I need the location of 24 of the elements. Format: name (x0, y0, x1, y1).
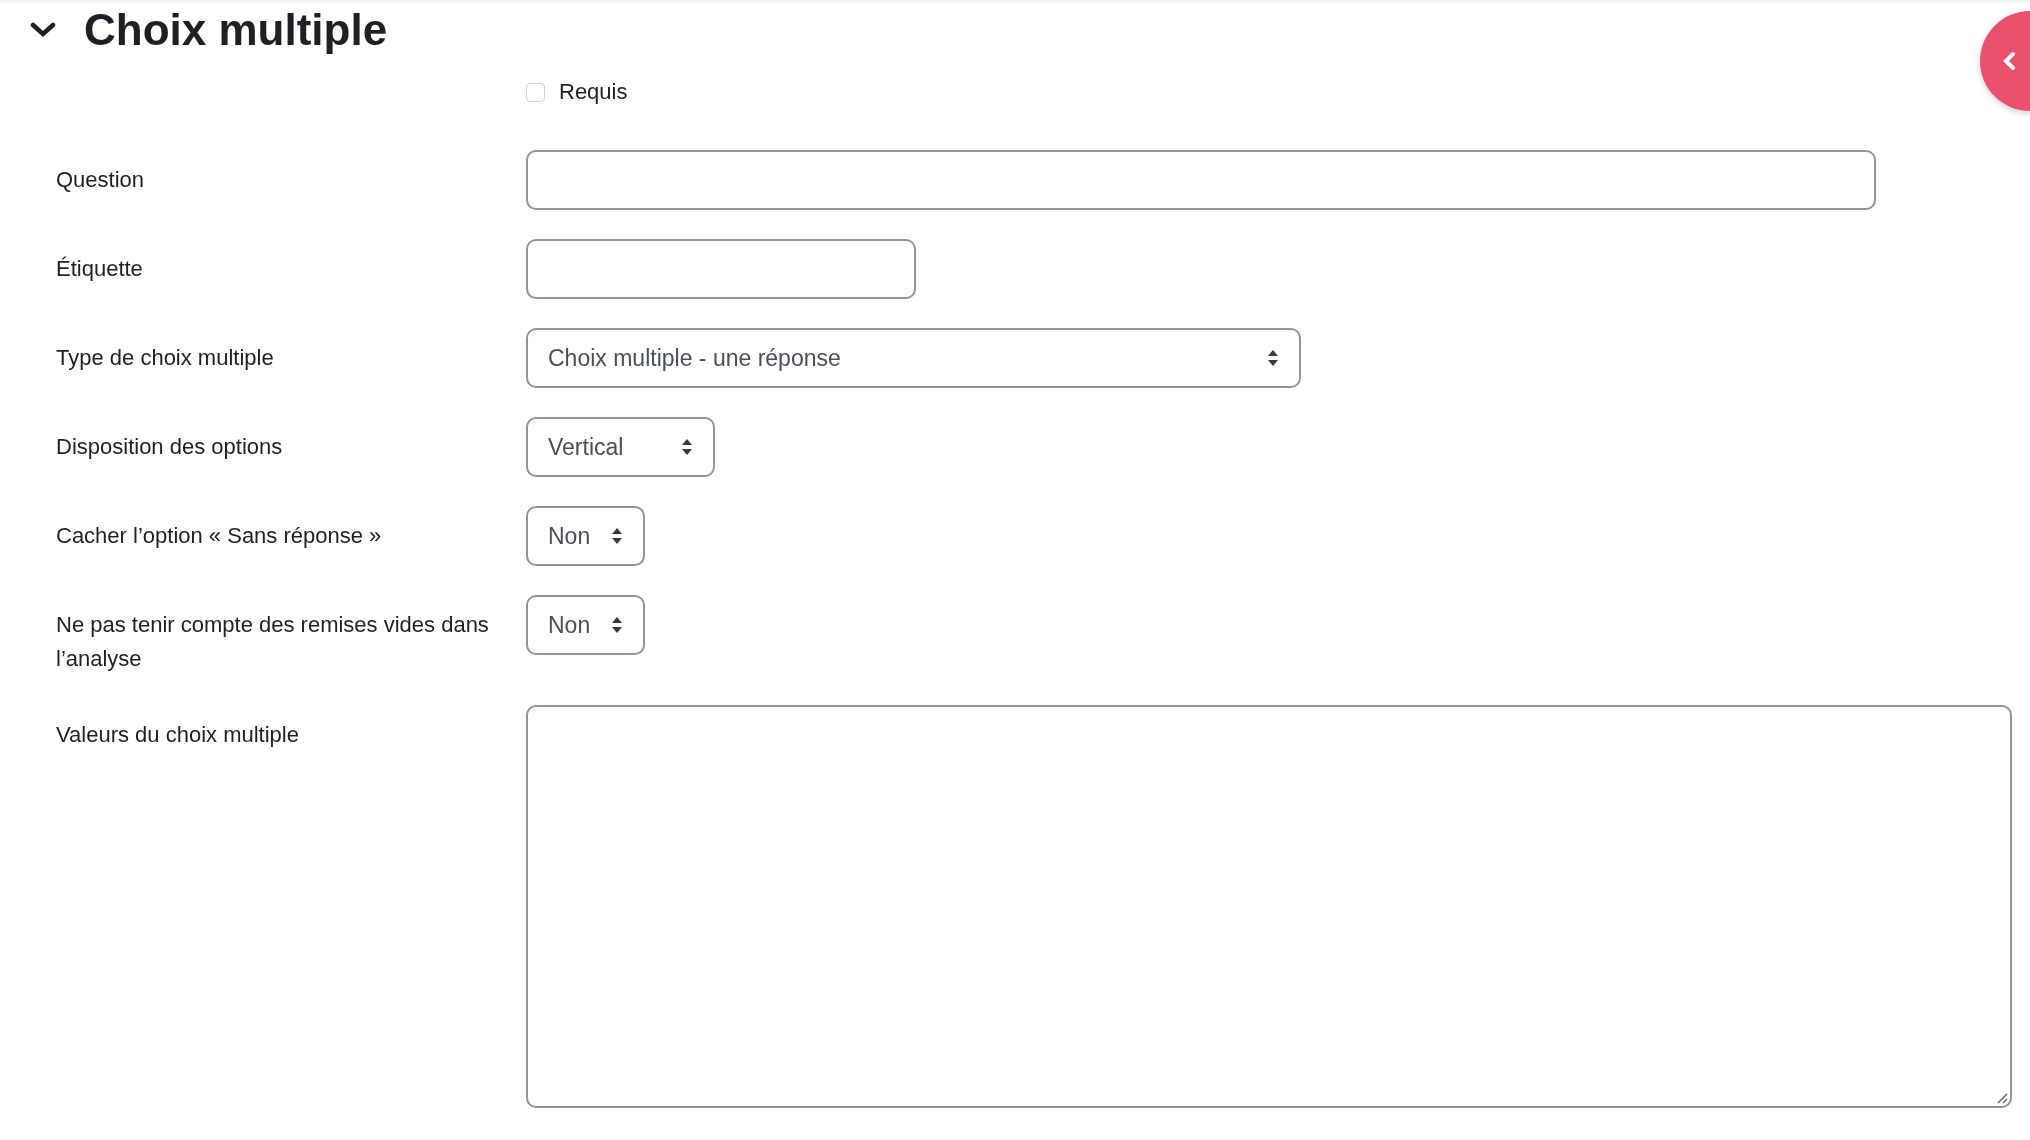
field-label: Étiquette (56, 256, 143, 281)
select-dropdown[interactable]: Vertical (526, 417, 715, 477)
field-label: Type de choix multiple (56, 345, 274, 370)
resize-handle-icon[interactable] (1996, 1092, 2008, 1104)
select-dropdown[interactable]: Non (526, 506, 645, 566)
sort-caret-icon (611, 616, 623, 634)
select-dropdown[interactable]: Choix multiple - une réponse (526, 328, 1301, 388)
textarea-field[interactable] (526, 705, 2012, 1108)
field-label: Valeurs du choix multiple (56, 722, 299, 747)
section-title: Choix multiple (84, 5, 388, 55)
field-label: Question (56, 167, 145, 192)
required-label: Requis (559, 79, 628, 105)
field-label: Cacher l’option « Sans réponse » (56, 523, 382, 548)
required-checkbox[interactable] (526, 82, 545, 102)
sort-caret-icon (1267, 349, 1279, 367)
chevron-left-icon (2002, 51, 2016, 71)
chevron-icon[interactable] (30, 22, 56, 38)
sort-caret-icon (681, 438, 693, 456)
field-label: Disposition des options (56, 434, 283, 459)
field-label: Ne pas tenir compte des remises vides dans l’analyse (56, 612, 489, 671)
text-field[interactable] (526, 239, 916, 299)
select-dropdown[interactable]: Non (526, 595, 645, 655)
text-field[interactable] (526, 150, 1876, 210)
sort-caret-icon (611, 527, 623, 545)
